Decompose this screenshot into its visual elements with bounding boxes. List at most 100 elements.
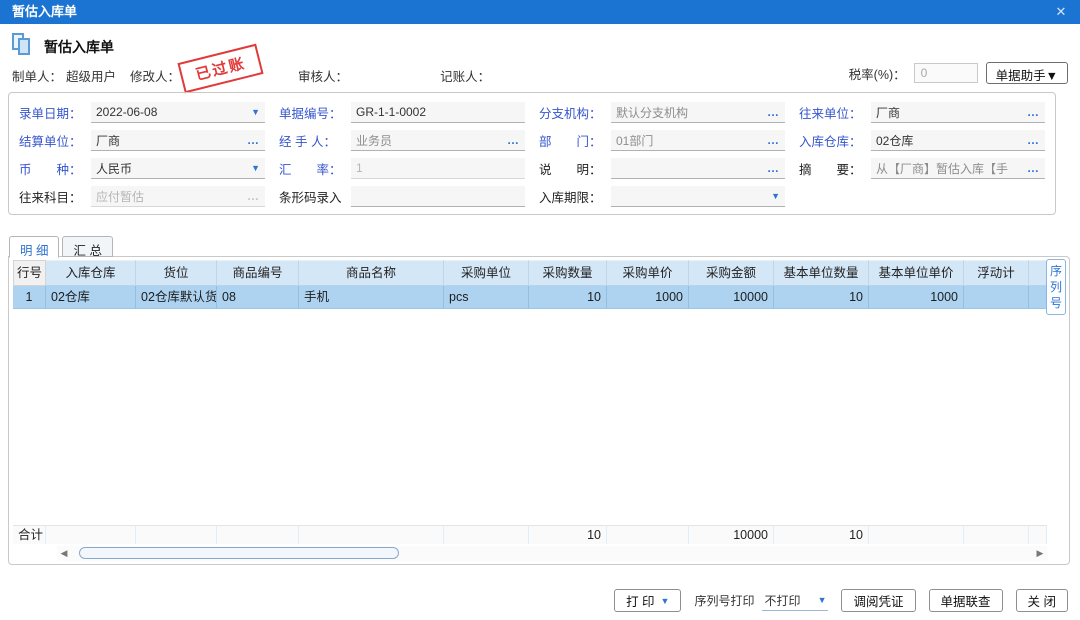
table-cell[interactable]: 10000 <box>689 286 774 309</box>
field-input-bill-number[interactable]: GR-1-1-0002 <box>351 102 525 123</box>
ellipsis-lookup-icon[interactable]: … <box>1027 105 1040 119</box>
window-title: 暂估入库单 <box>12 4 77 19</box>
ellipsis-lookup-icon[interactable]: … <box>767 133 780 147</box>
serial-print-label: 序列号打印 <box>694 592 754 609</box>
field-value-summary: 从【厂商】暂估入库【手 <box>876 160 1023 177</box>
table-cell[interactable]: 1000 <box>869 286 964 309</box>
form-field-settlement-unit: 结算单位：厂商… <box>19 130 265 151</box>
field-input-summary[interactable]: 从【厂商】暂估入库【手 … <box>871 158 1045 179</box>
header-cell-货位[interactable]: 货位 <box>136 260 217 286</box>
form-field-currency: 币 种：人民币▼ <box>19 158 265 179</box>
header-cell-商品编号[interactable]: 商品编号 <box>217 260 299 286</box>
field-input-handler[interactable]: 业务员 … <box>351 130 525 151</box>
field-input-department[interactable]: 01部门… <box>611 130 785 151</box>
field-label-storage-deadline: 入库期限： <box>539 187 611 206</box>
header-cell-基本单位单价[interactable]: 基本单位单价 <box>869 260 964 286</box>
scroll-right-icon[interactable]: ▶ <box>1033 548 1047 559</box>
field-input-barcode-entry[interactable] <box>351 186 525 207</box>
ellipsis-lookup-icon[interactable]: … <box>767 161 780 175</box>
header-cell-行号: 行号 <box>13 260 46 286</box>
field-value-branch: 默认分支机构 <box>616 104 763 121</box>
table-cell[interactable]: 1 <box>13 286 46 309</box>
field-input-warehouse[interactable]: 02仓库… <box>871 130 1045 151</box>
table-cell[interactable]: 10 <box>529 286 607 309</box>
close-button[interactable]: 关 闭 <box>1016 589 1068 612</box>
field-input-remark[interactable]: … <box>611 158 785 179</box>
dropdown-arrow-icon[interactable]: ▼ <box>251 107 260 117</box>
field-input-counterparty[interactable]: 厂商 … <box>871 102 1045 123</box>
posted-stamp: 已过账 <box>177 44 263 94</box>
header-cell-入库仓库[interactable]: 入库仓库 <box>46 260 136 286</box>
close-icon[interactable]: ✕ <box>1052 0 1070 24</box>
field-input-branch[interactable]: 默认分支机构 … <box>611 102 785 123</box>
table-cell[interactable]: 02仓库默认货· <box>136 286 217 309</box>
totals-cell <box>217 525 299 544</box>
header-cell-filler[interactable] <box>1029 260 1047 286</box>
print-button[interactable]: 打 印 ▼ <box>614 589 681 612</box>
scroll-left-icon[interactable]: ◀ <box>57 548 71 559</box>
scrollbar-track[interactable] <box>71 546 1033 561</box>
table-cell[interactable] <box>964 286 1029 309</box>
totals-cell: 10000 <box>689 525 774 544</box>
table-cell[interactable]: pcs <box>444 286 529 309</box>
form-field-entry-date: 录单日期：2022-06-08▼ <box>19 102 265 123</box>
field-input-storage-deadline[interactable]: ▼ <box>611 186 785 207</box>
header-cell-采购单价[interactable]: 采购单价 <box>607 260 689 286</box>
scrollbar-thumb[interactable] <box>79 547 399 559</box>
grid-header-row: 行号入库仓库货位商品编号商品名称采购单位采购数量采购单价采购金额基本单位数量基本… <box>13 260 1049 286</box>
tax-area: 税率(%)： 单据助手▼ <box>849 62 1068 84</box>
horizontal-scrollbar[interactable]: ◀ ▶ <box>57 546 1047 561</box>
tab-summary[interactable]: 汇 总 <box>62 236 112 257</box>
field-input-entry-date[interactable]: 2022-06-08▼ <box>91 102 265 123</box>
view-voucher-button[interactable]: 调阅凭证 <box>841 589 915 612</box>
table-cell[interactable] <box>1029 286 1047 309</box>
field-label-handler: 经 手 人： <box>279 131 351 150</box>
dropdown-arrow-icon[interactable]: ▼ <box>771 191 780 201</box>
field-label-barcode-entry: 条形码录入 <box>279 187 351 206</box>
tax-rate-input[interactable] <box>914 63 978 83</box>
table-cell[interactable]: 1000 <box>607 286 689 309</box>
field-label-warehouse: 入库仓库： <box>799 131 871 150</box>
ellipsis-lookup-icon[interactable]: … <box>767 105 780 119</box>
detail-grid: 行号入库仓库货位商品编号商品名称采购单位采购数量采购单价采购金额基本单位数量基本… <box>13 260 1049 309</box>
maker-label: 制单人： <box>12 66 62 85</box>
tab-detail[interactable]: 明 细 <box>9 236 59 258</box>
field-input-currency[interactable]: 人民币 ▼ <box>91 158 265 179</box>
serial-number-side-tab[interactable]: 序列号 <box>1046 259 1066 315</box>
totals-cell <box>299 525 444 544</box>
ellipsis-lookup-icon[interactable]: … <box>1027 161 1040 175</box>
form-field-remark: 说 明：… <box>539 158 785 179</box>
header-cell-采购金额[interactable]: 采购金额 <box>689 260 774 286</box>
bill-link-check-button[interactable]: 单据联查 <box>929 589 1003 612</box>
bill-assistant-button[interactable]: 单据助手▼ <box>986 62 1068 84</box>
table-cell[interactable]: 10 <box>774 286 869 309</box>
header-cell-基本单位数量[interactable]: 基本单位数量 <box>774 260 869 286</box>
table-cell[interactable]: 08 <box>217 286 299 309</box>
field-value-handler: 业务员 <box>356 132 503 149</box>
table-cell[interactable]: 手机 <box>299 286 444 309</box>
field-label-exchange-rate: 汇 率： <box>279 159 351 178</box>
field-input-settlement-unit[interactable]: 厂商… <box>91 130 265 151</box>
table-row[interactable]: 102仓库02仓库默认货·08手机pcs10100010000101000 <box>13 286 1049 309</box>
footer-toolbar: 打 印 ▼ 序列号打印 不打印 ▼ 调阅凭证 单据联查 关 闭 <box>614 589 1068 612</box>
ellipsis-lookup-icon[interactable]: … <box>247 133 260 147</box>
header-cell-商品名称[interactable]: 商品名称 <box>299 260 444 286</box>
header-cell-采购单位[interactable]: 采购单位 <box>444 260 529 286</box>
field-value-counterparty: 厂商 <box>876 104 1023 121</box>
ellipsis-lookup-icon[interactable]: … <box>507 133 520 147</box>
header-cell-浮动计[interactable]: 浮动计 <box>964 260 1029 286</box>
serial-print-select[interactable]: 不打印 ▼ <box>762 591 828 611</box>
header-cell-采购数量[interactable]: 采购数量 <box>529 260 607 286</box>
form-field-barcode-entry: 条形码录入 <box>279 186 525 207</box>
table-cell[interactable]: 02仓库 <box>46 286 136 309</box>
field-value-exchange-rate: 1 <box>356 161 520 175</box>
field-label-counterparty: 往来单位： <box>799 103 871 122</box>
document-icon <box>12 33 36 57</box>
totals-cell <box>444 525 529 544</box>
auditor-label: 审核人： <box>298 66 348 85</box>
field-value-currency: 人民币 <box>96 160 247 177</box>
modifier-label: 修改人： <box>130 66 180 85</box>
dropdown-arrow-icon[interactable]: ▼ <box>251 163 260 173</box>
ellipsis-lookup-icon[interactable]: … <box>1027 133 1040 147</box>
field-label-bill-number: 单据编号： <box>279 103 351 122</box>
